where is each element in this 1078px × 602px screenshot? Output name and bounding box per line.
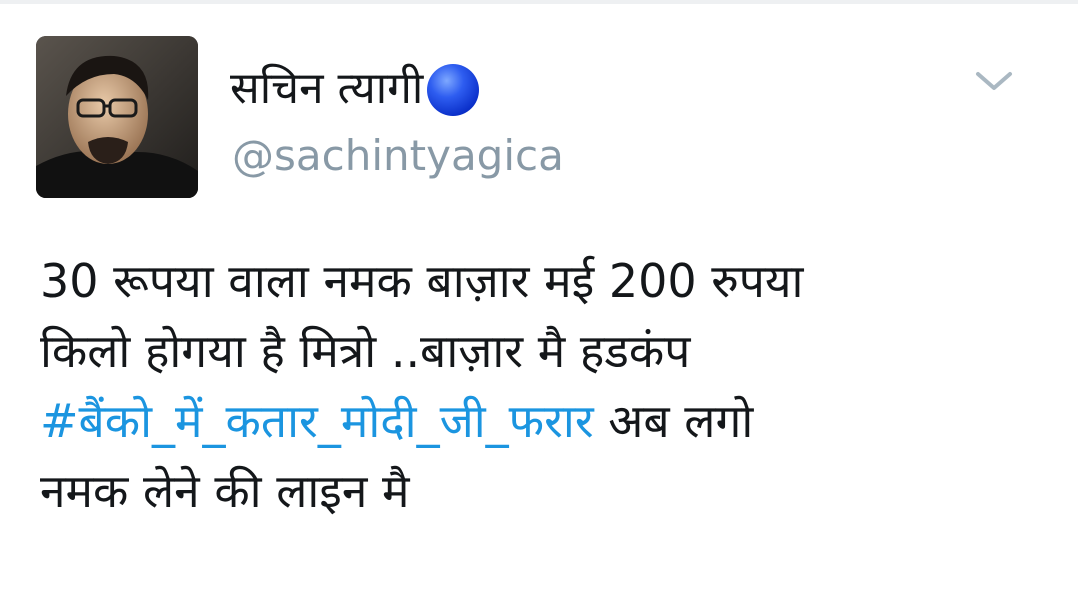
tweet-text-line: नमक लेने की लाइन मै — [40, 464, 410, 518]
author-name[interactable]: सचिन त्यागी — [230, 62, 480, 116]
display-name[interactable]: सचिन त्यागी — [230, 63, 423, 115]
top-divider — [0, 0, 1078, 4]
tweet-card: सचिन त्यागी @sachintyagica 30 रूपया वाला… — [0, 0, 1078, 602]
avatar-photo — [36, 36, 198, 198]
hashtag-link[interactable]: #बैंको_में_कतार_मोदी_जी_फरार — [40, 394, 594, 448]
tweet-text-line: किलो होगया है मित्रो ..बाज़ार मै हडकंप — [40, 324, 691, 378]
blue-circle-icon — [427, 64, 480, 116]
chevron-down-icon[interactable] — [972, 66, 1016, 96]
author-handle[interactable]: @sachintyagica — [232, 130, 564, 182]
tweet-text-fragment: अब लगो — [593, 394, 754, 448]
tweet-text-line: #बैंको_में_कतार_मोदी_जी_फरार अब लगो — [40, 386, 1050, 456]
tweet-text: 30 रूपया वाला नमक बाज़ार मई 200 रुपया कि… — [40, 246, 1050, 526]
tweet-text-line: 30 रूपया वाला नमक बाज़ार मई 200 रुपया — [40, 254, 804, 308]
avatar[interactable] — [36, 36, 198, 198]
